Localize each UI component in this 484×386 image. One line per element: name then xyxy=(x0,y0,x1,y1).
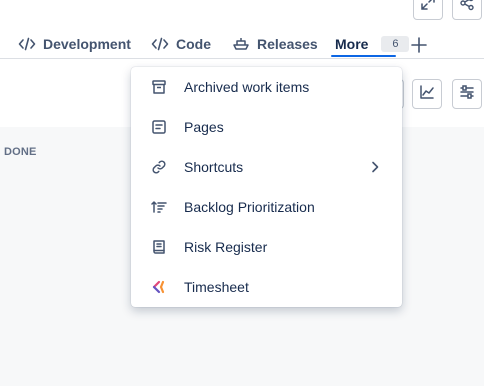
share-button[interactable] xyxy=(452,0,482,20)
expand-button[interactable] xyxy=(413,0,443,20)
chevron-right-icon xyxy=(369,160,381,174)
tab-development[interactable]: Development xyxy=(18,32,131,56)
menu-item-label: Pages xyxy=(184,119,224,135)
sort-priority-icon xyxy=(150,198,168,216)
tab-label: Development xyxy=(43,36,131,52)
tab-label: More xyxy=(335,36,369,52)
tab-releases[interactable]: Releases xyxy=(232,32,318,56)
menu-item-shortcuts[interactable]: Shortcuts xyxy=(131,147,402,187)
menu-item-backlog-prioritization[interactable]: Backlog Prioritization xyxy=(131,187,402,227)
top-bar: Development Code Releases More 6 xyxy=(0,0,484,58)
expand-icon xyxy=(420,0,436,16)
code-slash-icon xyxy=(18,36,36,52)
column-title: DONE xyxy=(4,146,37,158)
archive-icon xyxy=(150,78,168,96)
menu-item-archived-work-items[interactable]: Archived work items xyxy=(131,67,402,107)
menu-item-timesheet[interactable]: Timesheet xyxy=(131,267,402,307)
page-icon xyxy=(150,118,168,136)
sliders-icon xyxy=(459,84,475,105)
link-icon xyxy=(150,158,168,176)
timesheet-app-icon xyxy=(150,278,168,296)
plus-icon xyxy=(410,36,428,54)
menu-item-label: Archived work items xyxy=(184,79,310,95)
chart-button[interactable] xyxy=(412,79,442,109)
tab-label: Releases xyxy=(257,36,318,52)
active-tab-indicator xyxy=(331,55,396,57)
menu-item-label: Backlog Prioritization xyxy=(184,199,315,215)
code-slash-icon xyxy=(151,36,169,52)
menu-item-label: Timesheet xyxy=(184,279,249,295)
menu-item-risk-register[interactable]: Risk Register xyxy=(131,227,402,267)
tab-more[interactable]: More 6 xyxy=(335,32,410,56)
view-settings-button[interactable] xyxy=(452,79,482,109)
line-chart-icon xyxy=(419,84,435,105)
book-icon xyxy=(150,238,168,256)
add-tab-button[interactable] xyxy=(410,33,428,57)
tab-code[interactable]: Code xyxy=(151,32,211,56)
menu-item-pages[interactable]: Pages xyxy=(131,107,402,147)
menu-item-label: Shortcuts xyxy=(184,159,244,175)
more-dropdown-menu: Archived work items Pages Shortcuts Back… xyxy=(131,67,402,307)
ship-icon xyxy=(232,36,250,52)
share-icon xyxy=(459,0,475,16)
menu-item-label: Risk Register xyxy=(184,239,268,255)
count-badge: 6 xyxy=(381,36,410,52)
tab-label: Code xyxy=(176,36,211,52)
